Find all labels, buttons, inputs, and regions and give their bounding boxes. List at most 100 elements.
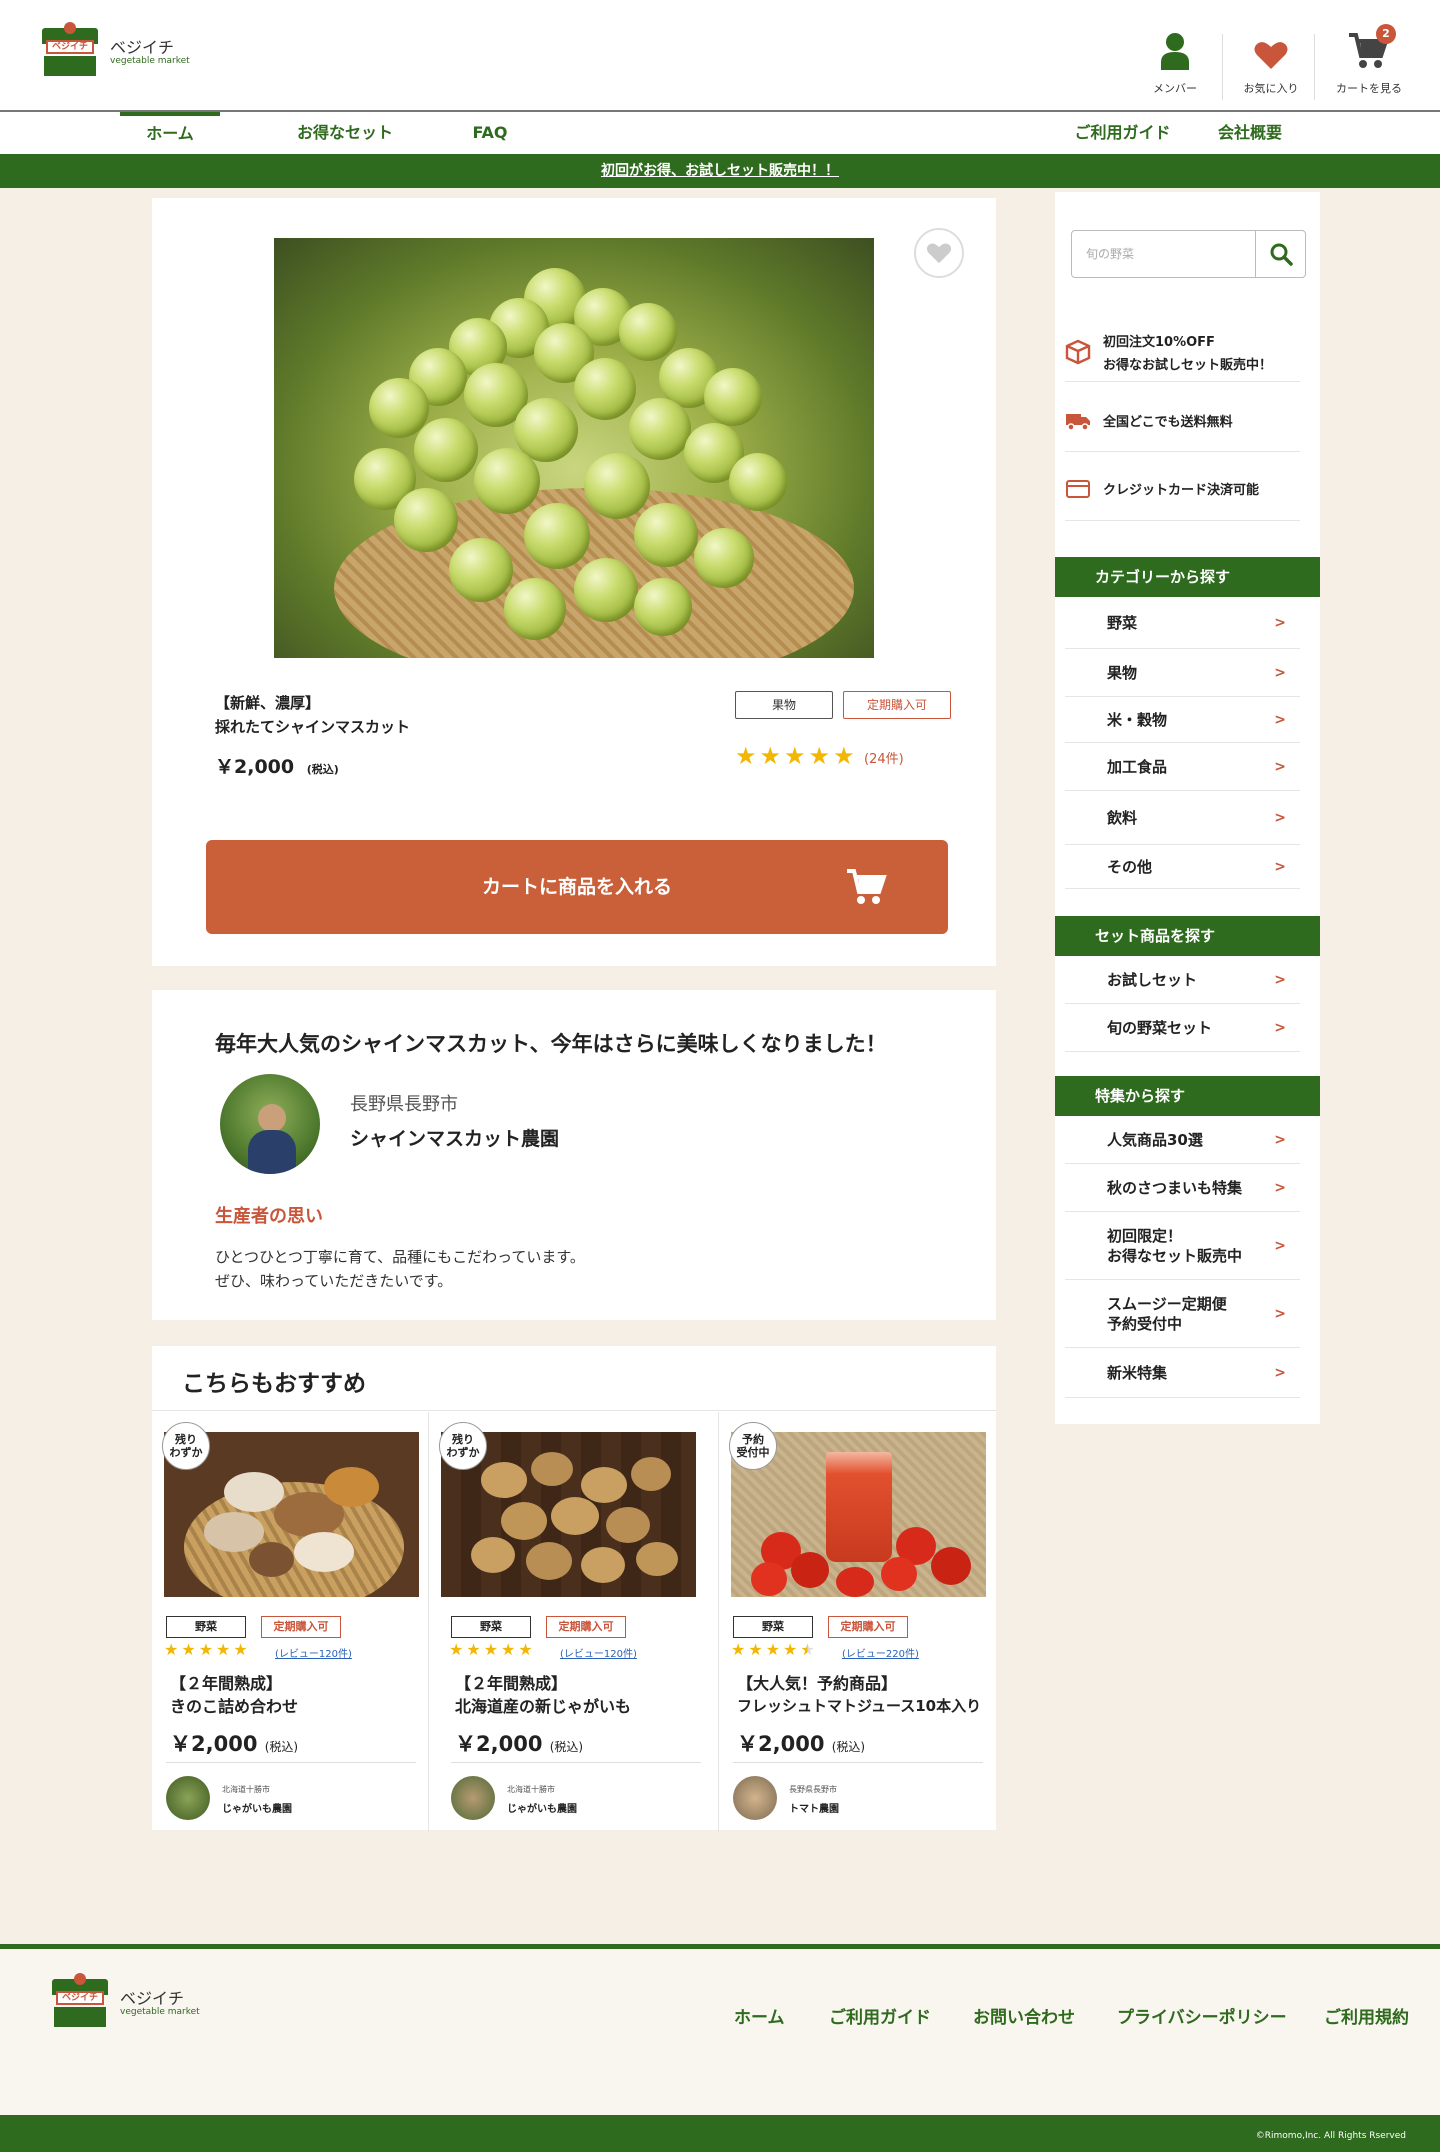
review-link[interactable]: (レビュー120件) <box>275 1645 352 1660</box>
favorite-toggle-button[interactable] <box>914 228 964 278</box>
recommend-item[interactable]: 残り わずか 野菜 定期購入可 ★ ★ ★ ★ ★ (レビュー120件) 【２年間熟成】 … <box>429 1412 719 1832</box>
favorite-link[interactable]: お気に入り <box>1226 28 1316 96</box>
category-tag[interactable]: 野菜 <box>166 1616 246 1638</box>
recommend-heading: こちらもおすすめ <box>182 1371 366 1397</box>
recommend-item[interactable]: 残り わずか 野菜 定期購入可 ★ ★ ★ ★ ★ (レビュー120件) 【２年間熟成】 … <box>152 1412 429 1832</box>
footer-link-privacy[interactable]: プライバシーポリシー <box>1117 2003 1287 2028</box>
cart-count-badge: 2 <box>1376 24 1396 44</box>
product-image <box>274 238 874 658</box>
logo-name: ベジイチ <box>120 1989 185 2008</box>
review-link[interactable]: (レビュー220件) <box>842 1645 919 1660</box>
recommend-price: ￥2,000 (税込) <box>455 1732 584 1756</box>
nav-guide[interactable]: ご利用ガイド <box>1065 112 1180 154</box>
stock-badge: 残り わずか <box>162 1422 210 1470</box>
recommend-price: ￥2,000 (税込) <box>737 1732 866 1756</box>
chevron-right-icon: > <box>1274 1237 1286 1254</box>
chevron-right-icon: > <box>1274 758 1286 775</box>
rating-stars: ★ ★ ★ ★ ★ <box>731 1640 815 1659</box>
product-rating-stars: ★ ★ ★ ★ ★ <box>735 742 855 770</box>
sidebar-category-fruits[interactable]: 果物 > <box>1065 649 1300 697</box>
sidebar-special-sweet-potato[interactable]: 秋のさつまいも特集 > <box>1065 1164 1300 1212</box>
subscription-tag[interactable]: 定期購入可 <box>546 1616 626 1638</box>
site-header: ベジイチ ベジイチ vegetable market メンバー お気に入り 2 … <box>0 0 1440 112</box>
heart-icon <box>1226 28 1316 70</box>
site-footer: ベジイチ ベジイチ vegetable market ホーム ご利用ガイド お問… <box>0 1944 1440 2152</box>
sidebar-set-seasonal[interactable]: 旬の野菜セット > <box>1065 1004 1300 1052</box>
copyright: ©Rimomo,Inc. All Rights Rserved <box>0 2115 1440 2152</box>
logo-subtitle: vegetable market <box>110 56 190 66</box>
sidebar-category-vegetables[interactable]: 野菜 > <box>1065 597 1300 649</box>
farm-name: トマト農園 <box>789 1804 839 1815</box>
promo-banner[interactable]: 初回がお得、お試しセット販売中！！ <box>0 154 1440 188</box>
subscription-tag[interactable]: 定期購入可 <box>261 1616 341 1638</box>
producer-location: 長野県長野市 <box>350 1094 458 1115</box>
add-to-cart-button[interactable]: カートに商品を入れる <box>206 840 948 934</box>
sidebar-special-smoothie[interactable]: スムージー定期便 予約受付中 > <box>1065 1280 1300 1348</box>
cart-icon <box>847 869 887 904</box>
recommend-title-line2: きのこ詰め合わせ <box>170 1697 299 1716</box>
set-header: セット商品を探す <box>1055 916 1320 956</box>
heart-icon <box>926 243 952 264</box>
logo-subtitle: vegetable market <box>120 2007 200 2017</box>
footer-link-guide[interactable]: ご利用ガイド <box>829 2003 931 2028</box>
farm-name: じゃがいも農園 <box>507 1804 577 1815</box>
chevron-right-icon: > <box>1274 664 1286 681</box>
farm-location: 北海道十勝市 <box>507 1785 555 1794</box>
sidebar-set-trial[interactable]: お試しセット > <box>1065 956 1300 1004</box>
nav-company[interactable]: 会社概要 <box>1210 112 1290 154</box>
producer-thought-line2: ぜひ、味わっていただきたいです。 <box>215 1272 453 1290</box>
farmer-avatar <box>451 1776 495 1820</box>
cart-link[interactable]: 2 カートを見る <box>1324 24 1414 96</box>
sidebar-special-new-rice[interactable]: 新米特集 > <box>1065 1348 1300 1398</box>
category-tag[interactable]: 果物 <box>735 691 833 719</box>
chevron-right-icon: > <box>1274 971 1286 988</box>
credit-card-icon <box>1066 479 1090 498</box>
product-review-count[interactable]: (24件) <box>864 748 904 767</box>
footer-link-home[interactable]: ホーム <box>734 2003 785 2028</box>
footer-link-contact[interactable]: お問い合わせ <box>973 2003 1075 2028</box>
recommend-list: 残り わずか 野菜 定期購入可 ★ ★ ★ ★ ★ (レビュー120件) 【２年間熟成】 … <box>152 1412 996 1832</box>
feature-first-order: 初回注文10%OFF お得なお試しセット販売中！ <box>1065 322 1300 382</box>
cart-icon: 2 <box>1324 24 1414 70</box>
footer-link-terms[interactable]: ご利用規約 <box>1324 2003 1409 2028</box>
category-tag[interactable]: 野菜 <box>733 1616 813 1638</box>
recommend-title-line1: 【大人気！予約商品】 <box>737 1674 898 1693</box>
nav-faq[interactable]: FAQ <box>455 112 525 154</box>
product-card: 【新鮮、濃厚】 採れたてシャインマスカット ￥2,000 (税込) 果物 定期購… <box>152 198 996 966</box>
producer-thought-title: 生産者の思い <box>215 1206 323 1227</box>
sidebar-special-first-order[interactable]: 初回限定！ お得なセット販売中 > <box>1065 1212 1300 1280</box>
search-input[interactable] <box>1072 231 1257 277</box>
category-tag[interactable]: 野菜 <box>451 1616 531 1638</box>
nav-deal-sets[interactable]: お得なセット <box>285 112 405 154</box>
chevron-right-icon: > <box>1274 1179 1286 1196</box>
review-link[interactable]: (レビュー120件) <box>560 1645 637 1660</box>
member-label: メンバー <box>1153 82 1197 95</box>
chevron-right-icon: > <box>1274 1305 1286 1322</box>
sidebar-category-processed[interactable]: 加工食品 > <box>1065 743 1300 791</box>
logo-name: ベジイチ <box>110 38 175 57</box>
subscription-tag[interactable]: 定期購入可 <box>843 691 951 719</box>
sidebar-category-other[interactable]: その他 > <box>1065 845 1300 889</box>
sidebar-category-rice[interactable]: 米・穀物 > <box>1065 697 1300 743</box>
farm-location: 北海道十勝市 <box>222 1785 270 1794</box>
main-nav: ホーム お得なセット FAQ ご利用ガイド 会社概要 <box>0 112 1440 154</box>
producer-card: 毎年大人気のシャインマスカット、今年はさらに美味しくなりました！ 長野県長野市 … <box>152 990 996 1320</box>
sidebar-category-drinks[interactable]: 飲料 > <box>1065 791 1300 845</box>
producer-heading: 毎年大人気のシャインマスカット、今年はさらに美味しくなりました！ <box>215 1032 887 1056</box>
nav-home[interactable]: ホーム <box>120 112 220 154</box>
chevron-right-icon: > <box>1274 711 1286 728</box>
footer-logo[interactable]: ベジイチ ベジイチ vegetable market <box>52 1973 202 2029</box>
chevron-right-icon: > <box>1274 614 1286 631</box>
sidebar-special-popular[interactable]: 人気商品30選 > <box>1065 1116 1300 1164</box>
subscription-tag[interactable]: 定期購入可 <box>828 1616 908 1638</box>
recommend-item[interactable]: 予約 受付中 野菜 定期購入可 ★ ★ ★ ★ ★ (レビュー220件) 【大人気！予約商… <box>719 1412 996 1832</box>
site-logo[interactable]: ベジイチ ベジイチ vegetable market <box>42 22 192 78</box>
rating-stars: ★ ★ ★ ★ ★ <box>449 1640 533 1659</box>
recommend-title-line2: フレッシュトマトジュース10本入り <box>737 1697 982 1715</box>
stock-badge: 予約 受付中 <box>729 1422 777 1470</box>
member-link[interactable]: メンバー <box>1130 28 1220 96</box>
category-header: カテゴリーから探す <box>1055 557 1320 597</box>
chevron-right-icon: > <box>1274 1364 1286 1381</box>
chevron-right-icon: > <box>1274 1131 1286 1148</box>
search-button[interactable] <box>1255 231 1305 277</box>
